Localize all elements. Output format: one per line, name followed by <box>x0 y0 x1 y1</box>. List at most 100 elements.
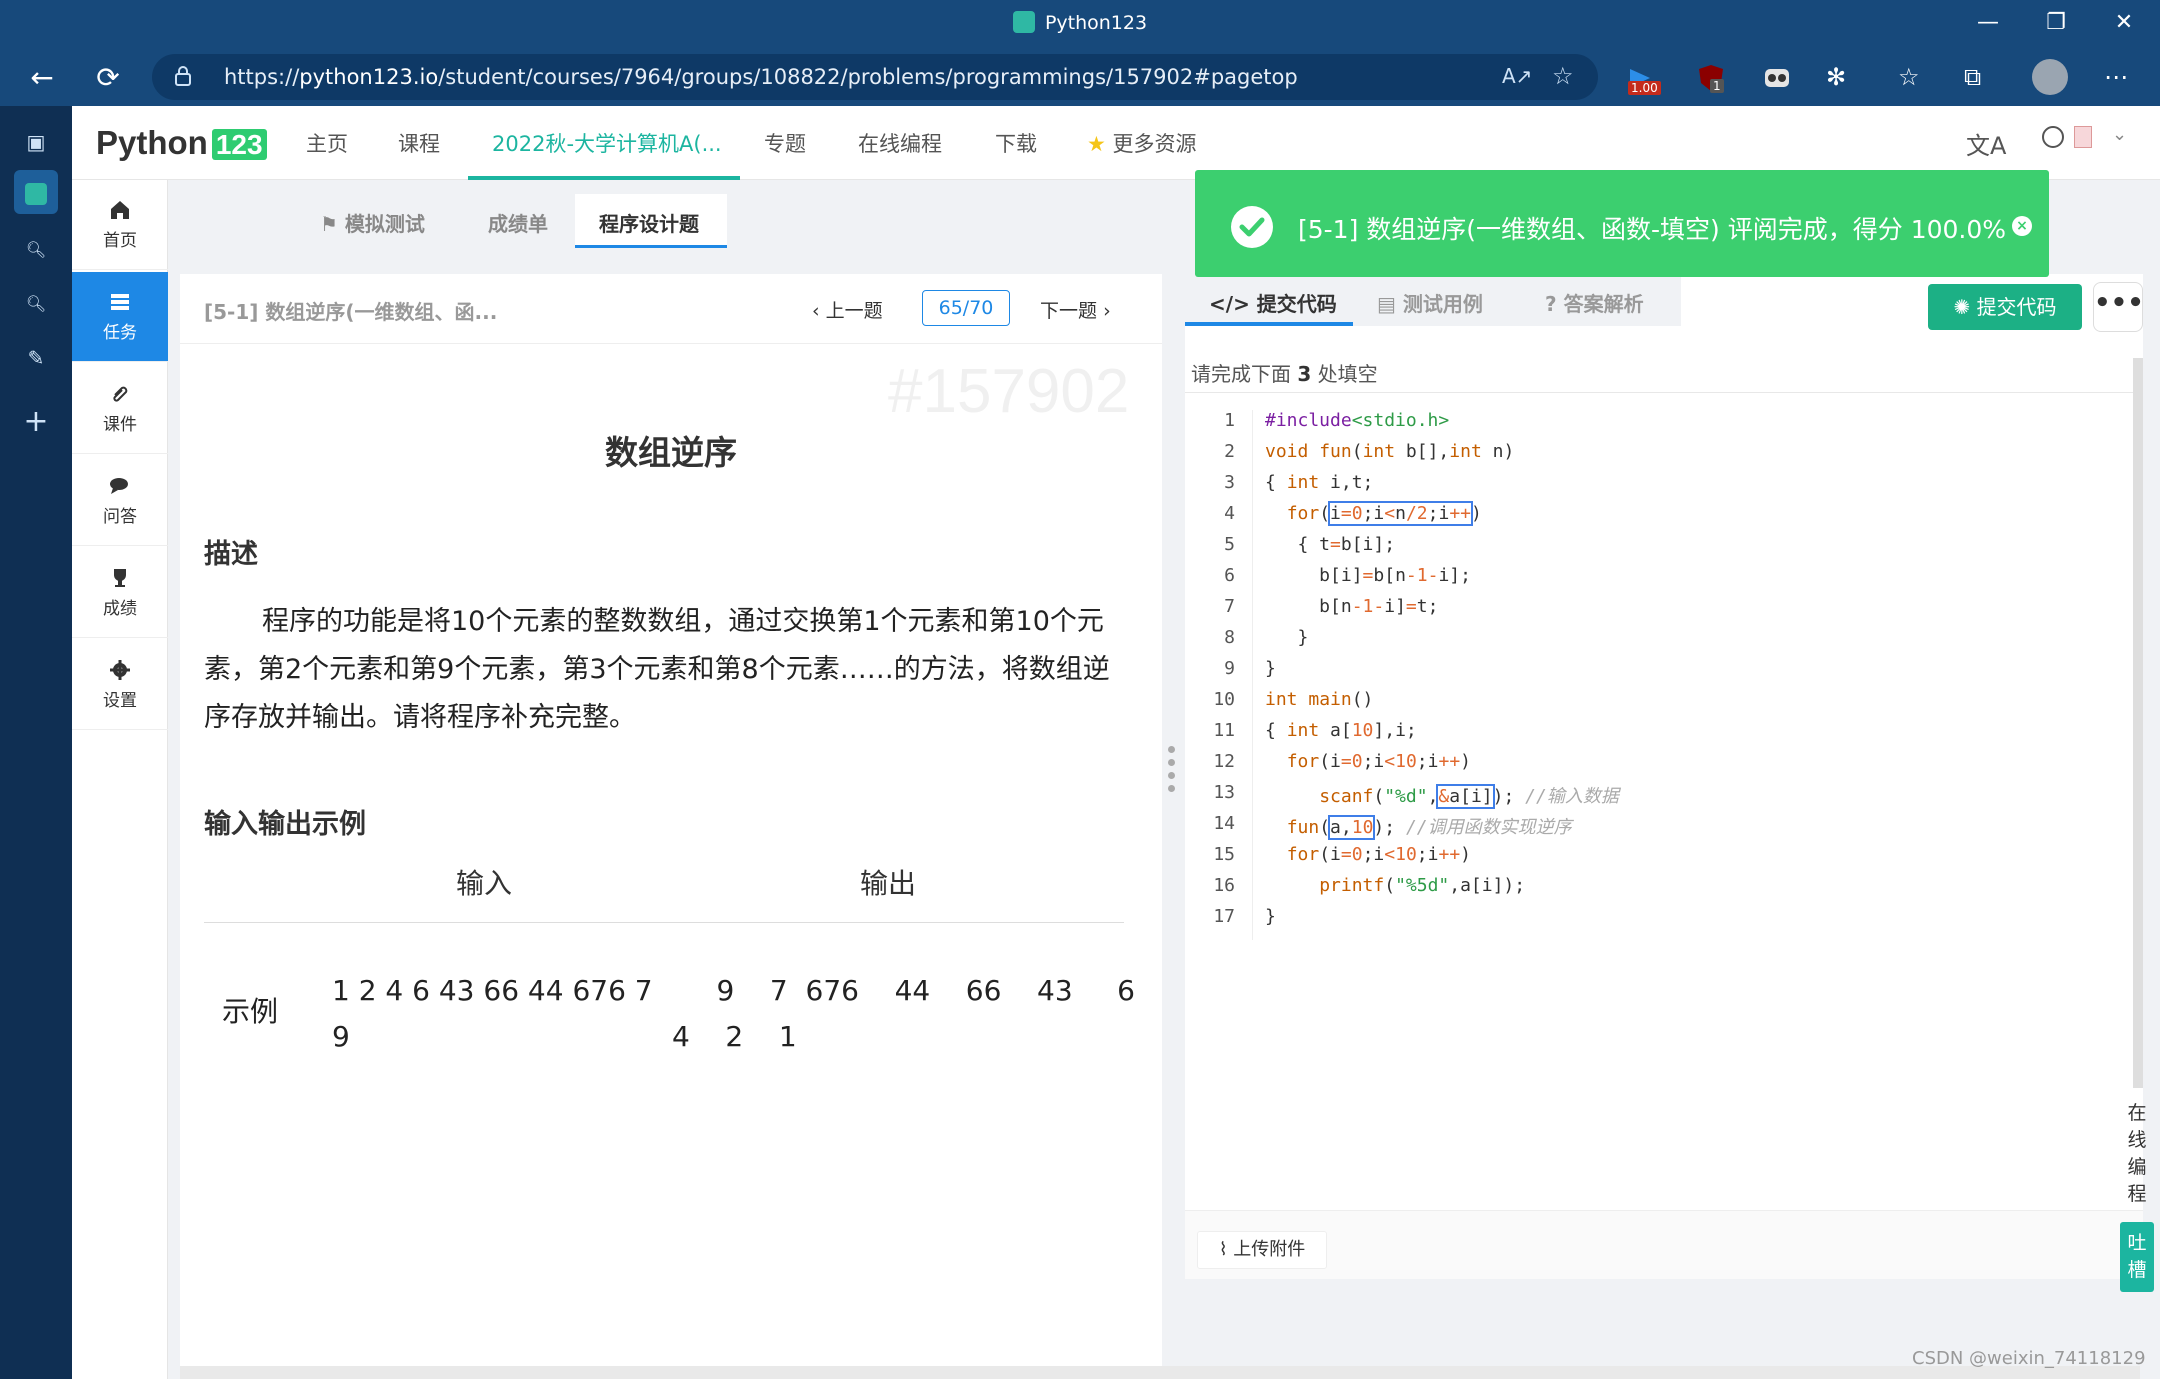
tab-submit-code[interactable]: </> 提交代码 <box>1209 288 1337 317</box>
menu-qa[interactable]: 问答 <box>72 456 168 546</box>
close-window-icon[interactable]: ✕ <box>2104 10 2144 35</box>
tab-search-2-icon[interactable]: 🔍︎ <box>14 282 58 326</box>
upload-attachment-button[interactable]: ⌇ 上传附件 <box>1197 1231 1327 1269</box>
menu-courseware[interactable]: 课件 <box>72 364 168 454</box>
check-circle-icon <box>1231 206 1273 248</box>
menu-courseware-label: 课件 <box>103 415 137 435</box>
comments-icon <box>110 478 128 494</box>
chevron-down-icon[interactable]: ⌄ <box>2112 124 2127 145</box>
code-line-1: #include<stdio.h> <box>1265 410 1450 431</box>
more-menu-icon[interactable]: ⋯ <box>2104 63 2134 93</box>
line-number: 1 <box>1224 410 1235 431</box>
tab-programming[interactable]: 程序设计题 <box>599 208 699 237</box>
nav-online-coding[interactable]: 在线编程 <box>858 128 942 158</box>
minimize-icon[interactable]: — <box>1968 10 2008 35</box>
problem-page-counter[interactable]: 65/70 <box>922 290 1010 326</box>
app-header: Python 123 主页 课程 2022秋-大学计算机A(... 专题 在线编程… <box>72 106 2160 180</box>
code-line-8: } <box>1265 627 1309 648</box>
favorite-add-icon[interactable]: ☆ <box>1552 62 1574 90</box>
tab-search-icon[interactable]: 🔍︎ <box>14 228 58 272</box>
table-divider <box>204 922 1124 923</box>
chevron-left-icon: ‹ <box>812 300 820 322</box>
code-line-7: b[n-1-i]=t; <box>1265 596 1439 617</box>
document-icon[interactable] <box>2074 126 2092 148</box>
line-number: 5 <box>1224 534 1235 555</box>
menu-home[interactable]: 首页 <box>72 180 168 270</box>
url-bar[interactable]: https://python123.io/student/courses/796… <box>152 54 1598 100</box>
refresh-icon[interactable]: ⟳ <box>90 60 126 96</box>
code-tab-indicator <box>1185 322 1353 326</box>
extension-video-icon[interactable]: 1.00 <box>1626 63 1661 95</box>
nav-more-resources[interactable]: ★ 更多资源 <box>1087 128 1197 158</box>
more-options-button[interactable]: ••• <box>2093 282 2144 332</box>
tab-test-cases[interactable]: ▤ 测试用例 <box>1377 288 1483 317</box>
user-icon[interactable] <box>2042 126 2064 148</box>
problem-id-watermark: #157902 <box>888 357 1130 426</box>
nav-topics[interactable]: 专题 <box>764 128 806 158</box>
page-bottom-scrollbar[interactable] <box>180 1366 2140 1379</box>
menu-home-label: 首页 <box>103 231 137 251</box>
panel-splitter[interactable] <box>1166 740 1176 810</box>
extensions-puzzle-icon[interactable]: ✻ <box>1826 63 1856 93</box>
example-input: 1 2 4 6 43 66 44 676 7 9 <box>332 974 653 1053</box>
extension-glasses-icon[interactable] <box>1762 63 1792 93</box>
code-icon: </> <box>1209 292 1250 316</box>
description-heading: 描述 <box>204 539 258 570</box>
line-number: 14 <box>1213 813 1235 834</box>
online-coding-float[interactable]: 在线编程 <box>2122 1100 2152 1208</box>
tab-scores[interactable]: 成绩单 <box>488 208 548 237</box>
tab-python123-icon[interactable] <box>14 170 58 214</box>
ublock-icon[interactable]: 1 <box>1696 63 1726 93</box>
blank-2[interactable]: &a[i] <box>1436 784 1495 809</box>
feedback-float-button[interactable]: 吐槽 <box>2120 1222 2154 1292</box>
python123-logo[interactable]: Python 123 <box>96 124 267 162</box>
line-number: 16 <box>1213 875 1235 896</box>
toast-close-icon[interactable]: × <box>2012 216 2032 236</box>
vertical-tab-bar: ▣ 🔍︎ 🔍︎ ✎ + <box>0 106 72 1379</box>
tab-mock-test[interactable]: ⚑ 模拟测试 <box>320 208 425 237</box>
line-number: 3 <box>1224 472 1235 493</box>
editor-scrollbar[interactable] <box>2133 358 2143 1088</box>
code-line-9: } <box>1265 658 1276 679</box>
gutter-border <box>1252 410 1253 940</box>
collections-icon[interactable]: ⧉ <box>1964 63 1994 93</box>
chevron-right-icon: › <box>1103 300 1111 322</box>
problem-header-title: [5-1] 数组逆序(一维数组、函... <box>204 300 498 324</box>
read-aloud-icon[interactable]: A↗ <box>1502 64 1532 88</box>
tab-actions-icon[interactable]: ▣ <box>14 120 58 164</box>
line-number: 11 <box>1213 720 1235 741</box>
menu-tasks[interactable]: 任务 <box>72 272 168 362</box>
code-line-5: { t=b[i]; <box>1265 534 1396 555</box>
profile-avatar[interactable] <box>2032 59 2068 95</box>
nav-home[interactable]: 主页 <box>306 128 348 158</box>
translate-icon[interactable]: 文A <box>1966 126 2006 161</box>
code-line-3: { int i,t; <box>1265 472 1374 493</box>
restore-icon[interactable]: ❐ <box>2036 10 2076 35</box>
ublock-badge: 1 <box>1710 79 1724 93</box>
tab-answer-analysis[interactable]: ? 答案解析 <box>1545 288 1644 317</box>
new-tab-icon[interactable]: + <box>14 400 58 444</box>
next-problem-button[interactable]: 下一题 › <box>1040 296 1111 323</box>
code-tabs: </> 提交代码 ▤ 测试用例 ? 答案解析 ✺ 提交代码 ••• <box>1185 274 2144 344</box>
back-icon[interactable]: ← <box>24 60 60 96</box>
tab-tool-icon[interactable]: ✎ <box>14 336 58 380</box>
menu-settings[interactable]: 设置 <box>72 640 168 730</box>
code-line-12: for(i=0;i<10;i++) <box>1286 751 1472 772</box>
example-row-label: 示例 <box>222 995 279 1028</box>
menu-grades[interactable]: 成绩 <box>72 548 168 638</box>
blank-1[interactable]: i=0;i<n/2;i++ <box>1328 501 1474 526</box>
fill-blank-hint: 请完成下面 3 处填空 <box>1191 362 1378 386</box>
blank-3[interactable]: a,10 <box>1328 815 1376 840</box>
nav-download[interactable]: 下载 <box>995 128 1037 158</box>
submit-code-button[interactable]: ✺ 提交代码 <box>1928 284 2082 330</box>
nav-current-course[interactable]: 2022秋-大学计算机A(... <box>492 128 722 158</box>
menu-tasks-label: 任务 <box>103 323 137 343</box>
app-favicon-icon <box>1012 10 1035 33</box>
input-column-header: 输入 <box>456 867 513 900</box>
prev-problem-button[interactable]: ‹ 上一题 <box>812 296 883 323</box>
output-column-header: 输出 <box>860 867 917 900</box>
problem-header: [5-1] 数组逆序(一维数组、函... ‹ 上一题 65/70 下一题 › <box>180 274 1162 344</box>
nav-courses[interactable]: 课程 <box>398 128 440 158</box>
code-line-6: b[i]=b[n-1-i]; <box>1265 565 1471 586</box>
favorites-icon[interactable]: ☆ <box>1898 63 1928 93</box>
